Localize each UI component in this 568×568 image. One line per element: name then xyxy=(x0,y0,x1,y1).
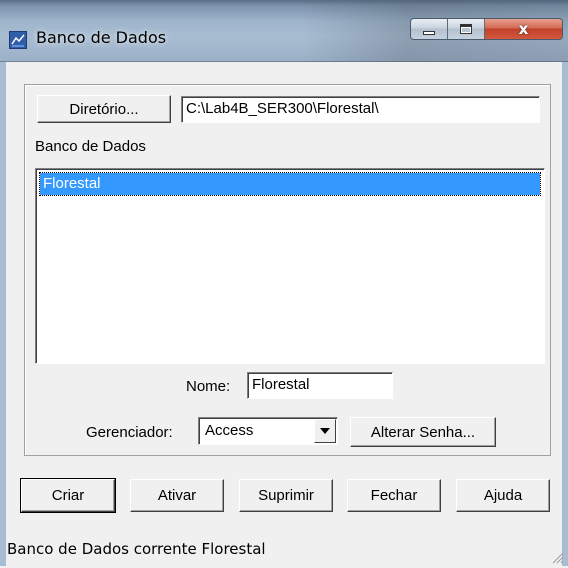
list-item[interactable]: Florestal xyxy=(39,172,541,196)
status-text: Banco de Dados corrente Florestal xyxy=(7,540,266,558)
delete-button[interactable]: Suprimir xyxy=(239,479,333,512)
resize-grip-icon[interactable] xyxy=(548,548,564,564)
manager-select[interactable]: Access xyxy=(198,417,338,445)
close-button[interactable]: x xyxy=(485,19,562,39)
create-button[interactable]: Criar xyxy=(20,478,116,513)
app-icon[interactable] xyxy=(9,31,27,49)
maximize-button[interactable] xyxy=(448,19,485,39)
manager-select-value: Access xyxy=(205,422,254,439)
directory-button[interactable]: Diretório... xyxy=(37,95,171,123)
title-bar[interactable]: Banco de Dados x xyxy=(0,0,568,62)
help-button[interactable]: Ajuda xyxy=(456,479,550,512)
window-frame-left xyxy=(0,62,6,566)
minimize-button[interactable] xyxy=(411,19,448,39)
name-label: Nome: xyxy=(186,378,231,395)
database-listbox[interactable]: Florestal xyxy=(35,168,545,364)
minimize-icon xyxy=(423,31,435,35)
window-controls: x xyxy=(410,18,563,40)
change-password-button[interactable]: Alterar Senha... xyxy=(350,417,496,447)
activate-button[interactable]: Ativar xyxy=(130,479,224,512)
close-dialog-button[interactable]: Fechar xyxy=(347,479,441,512)
manager-dropdown-button[interactable] xyxy=(314,419,336,443)
maximize-icon xyxy=(460,24,472,34)
manager-label: Gerenciador: xyxy=(86,424,173,441)
chevron-down-icon xyxy=(320,428,330,434)
directory-path-field[interactable]: C:\Lab4B_SER300\Florestal\ xyxy=(181,96,540,123)
name-field[interactable]: Florestal xyxy=(247,372,393,399)
window-frame-right xyxy=(562,62,568,566)
close-icon: x xyxy=(518,20,529,38)
window-title: Banco de Dados xyxy=(36,28,167,47)
database-list-label: Banco de Dados xyxy=(35,138,146,155)
